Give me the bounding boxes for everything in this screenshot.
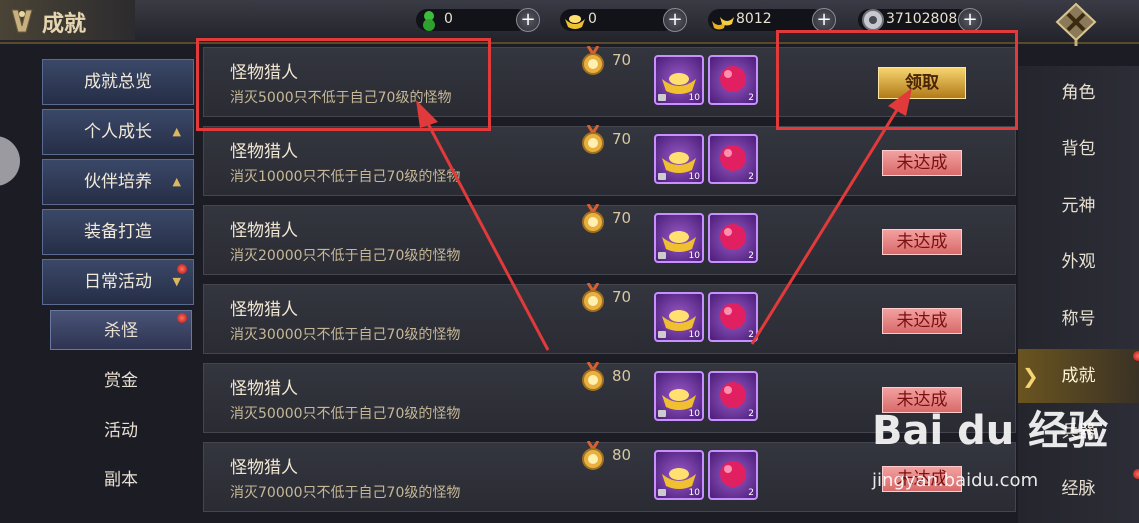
annotation-arrow-right	[750, 88, 912, 345]
annotation-arrow-left	[416, 100, 550, 351]
watermark-logo: Bai du 经验	[872, 408, 1109, 454]
watermark-url: jingyan.baidu.com	[872, 470, 1039, 491]
watermark: Bai du 经验 jingyan.baidu.com	[872, 398, 1122, 498]
